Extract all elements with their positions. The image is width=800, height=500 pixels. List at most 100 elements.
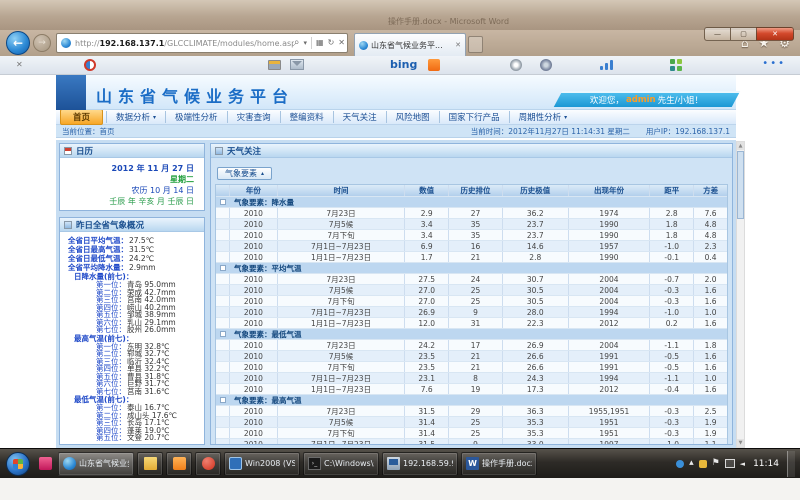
cell-extreme: 26.6 (503, 362, 569, 372)
row-checkbox-cell (216, 230, 230, 240)
disc-icon[interactable] (510, 59, 522, 71)
group-checkbox[interactable] (220, 397, 226, 403)
menu-item[interactable]: 风险地图 (386, 111, 439, 123)
window-label: Win2008 (VS2... (245, 459, 295, 468)
group-checkbox[interactable] (220, 199, 226, 205)
cell-variance: 0.4 (694, 252, 727, 262)
taskbar-window-button[interactable]: 192.168.59.99... (382, 452, 458, 476)
element-filter-button[interactable]: 气象要素 (217, 167, 272, 180)
action-center-flag-icon[interactable] (712, 459, 720, 468)
taskbar-window-button[interactable] (137, 452, 163, 476)
taskbar-window-button[interactable] (166, 452, 192, 476)
cell-variance: 2.0 (694, 274, 727, 284)
taskbar-clock[interactable]: 11:14 (753, 459, 779, 469)
minimize-button[interactable] (704, 27, 730, 41)
toolbar-close-icon[interactable] (16, 60, 23, 69)
welcome-text: 欢迎您，admin 先生/小姐！ (557, 93, 735, 107)
menu-item[interactable]: 整编资料 (280, 111, 333, 123)
stop-icon[interactable] (338, 39, 345, 47)
cell-time: 1月1日~7月23日 (278, 384, 406, 394)
menu-item[interactable]: 极端性分析 (165, 111, 227, 123)
taskbar-window-button[interactable]: 山东省气候业务平... (58, 452, 134, 476)
overflow-dots-icon[interactable] (762, 58, 786, 69)
panel-icon (215, 147, 223, 155)
column-header: 历史排位 (449, 185, 503, 196)
start-button[interactable] (6, 452, 30, 476)
scrollbar-thumb[interactable] (737, 151, 744, 219)
chevron-up-icon (261, 170, 264, 177)
chevron-down-icon (564, 114, 567, 121)
search-icon[interactable] (294, 38, 300, 48)
maximize-button[interactable] (730, 27, 756, 41)
card-icon[interactable] (268, 60, 281, 70)
taskbar-window-button[interactable]: C:\Windows\s... (303, 452, 379, 476)
cell-rank: 25 (449, 428, 503, 438)
signal-icon[interactable] (600, 60, 616, 70)
scrollbar-up-arrow[interactable] (737, 142, 744, 150)
cell-year: 2010 (230, 285, 278, 295)
taskbar-window-button[interactable] (195, 452, 221, 476)
table-row: 2010 7月1日~7月23日 23.1 8 24.3 1994 -1.1 1.… (216, 373, 727, 384)
refresh-icon[interactable] (328, 39, 335, 47)
group-checkbox[interactable] (220, 331, 226, 337)
volume-icon[interactable] (740, 460, 745, 468)
cell-time: 7月23日 (278, 340, 406, 350)
table-row: 2010 1月1日~7月23日 12.0 31 22.3 2012 0.2 1.… (216, 318, 727, 329)
row-checkbox-cell (216, 384, 230, 394)
cell-rank: 21 (449, 362, 503, 372)
menu-item[interactable]: 数据分析 (106, 111, 165, 123)
site-title: 山东省气候业务平台 (96, 83, 294, 107)
status-bar: 当前位置：首页 当前时间：2012年11月27日 11:14:31 星期二 用户… (56, 125, 736, 138)
group-checkbox[interactable] (220, 265, 226, 271)
tray-alert-icon[interactable] (699, 460, 707, 468)
bing-logo[interactable]: bing (390, 58, 417, 71)
table-body: 气象要素：降水量 2010 7月23日 2.9 27 36.2 (216, 197, 727, 444)
menu-item[interactable]: 天气关注 (333, 111, 386, 123)
browser-tab[interactable]: 山东省气候业务平... (354, 33, 466, 56)
url-text[interactable]: http://192.168.137.1/GLCCLIMATE/modules/… (75, 39, 294, 48)
user-ip: 用户IP：192.168.137.1 (646, 126, 730, 137)
pinned-app-icon[interactable] (39, 457, 52, 470)
address-bar[interactable]: http://192.168.137.1/GLCCLIMATE/modules/… (56, 33, 348, 53)
menu-item[interactable]: 首页 (60, 109, 103, 125)
camera-icon[interactable] (540, 59, 552, 71)
app-icon (144, 457, 157, 470)
row-checkbox-cell (216, 318, 230, 328)
taskbar-window-button[interactable]: Win2008 (VS2... (224, 452, 300, 476)
cell-occur-year: 1990 (569, 219, 651, 229)
taskbar-window-button[interactable]: 操作手册.docx ... (461, 452, 537, 476)
cell-variance: 7.6 (694, 208, 727, 218)
scrollbar[interactable] (736, 141, 745, 448)
cell-time: 7月23日 (278, 406, 406, 416)
forward-button[interactable] (33, 34, 51, 52)
tray-app-icon[interactable] (676, 460, 684, 468)
cell-value: 12.0 (405, 318, 449, 328)
page-favicon-icon (61, 38, 71, 48)
cell-variance: 2.5 (694, 406, 727, 416)
table-row: 2010 7月5候 3.4 35 23.7 1990 1.8 4.8 (216, 219, 727, 230)
mail-icon[interactable] (290, 59, 304, 70)
bing-badge-icon[interactable] (428, 59, 440, 71)
window-label: 山东省气候业务平... (79, 458, 129, 469)
menu-item[interactable]: 灾害查询 (227, 111, 280, 123)
scrollbar-down-arrow[interactable] (737, 439, 744, 447)
tab-close-icon[interactable] (455, 41, 461, 49)
cell-time: 7月23日 (278, 274, 406, 284)
network-icon[interactable] (725, 459, 735, 468)
menu-item[interactable]: 周期性分析 (509, 111, 577, 123)
app-icon (202, 457, 215, 470)
group-label: 气象要素：最低气温 (230, 329, 727, 339)
chevron-down-icon[interactable] (304, 39, 308, 47)
new-tab-button[interactable] (468, 36, 483, 53)
menu-item[interactable]: 国家下行产品 (439, 111, 509, 123)
apps-grid-icon[interactable] (670, 59, 682, 71)
show-desktop-button[interactable] (787, 451, 795, 477)
chevron-down-icon (153, 114, 156, 121)
addon-logo-icon[interactable] (84, 59, 96, 71)
hidden-icons-arrow-icon[interactable] (689, 459, 694, 468)
close-button[interactable] (756, 27, 794, 41)
back-button[interactable] (6, 31, 30, 55)
cell-rank: 25 (449, 285, 503, 295)
row-checkbox-cell (216, 417, 230, 427)
compatibility-view-icon[interactable] (316, 39, 324, 47)
